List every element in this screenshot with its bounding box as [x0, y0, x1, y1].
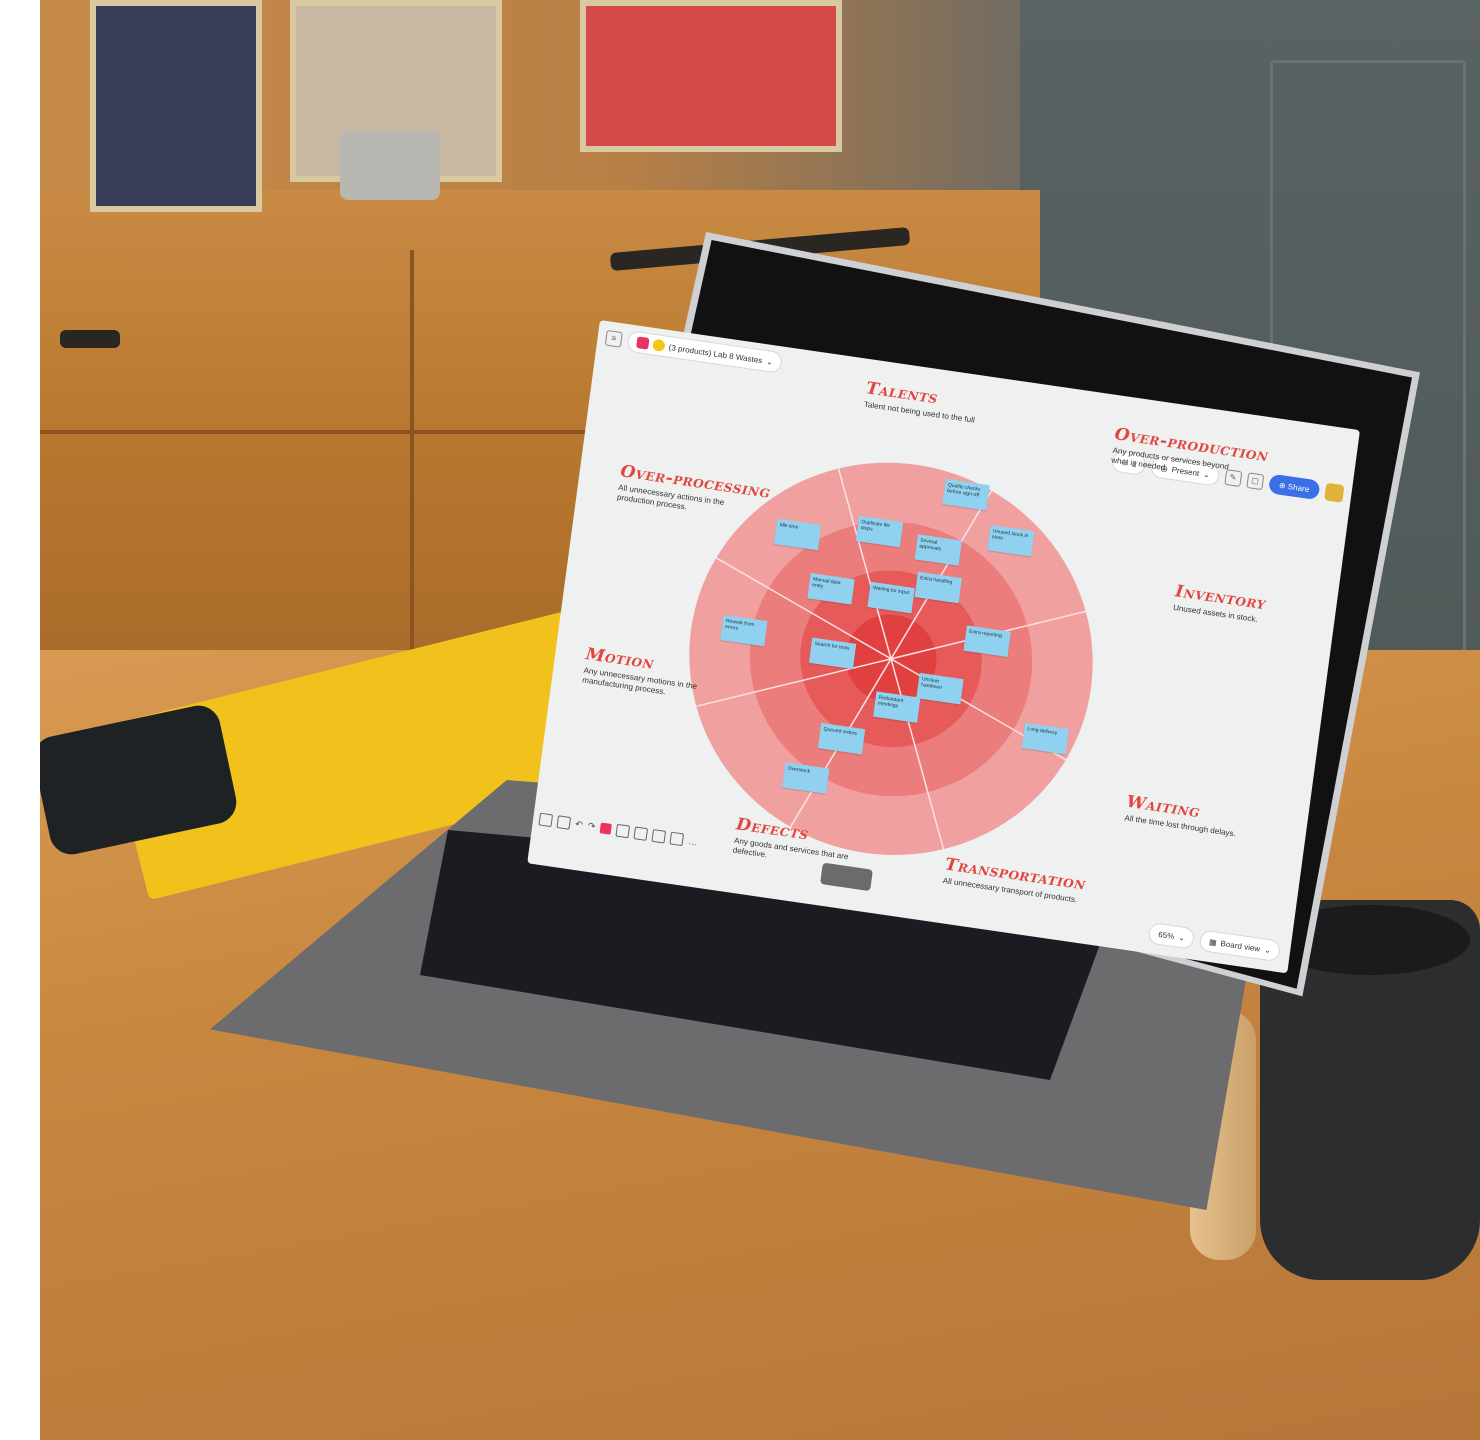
metal-tin [340, 130, 440, 200]
shape-tool-icon[interactable] [615, 823, 631, 839]
comment-tool-icon[interactable] [651, 829, 667, 844]
laptop-screen: ≡ (3 products) Lab 8 Wastes ⌄ ⚇ 2 ◎ Pres… [527, 320, 1360, 974]
more-icon[interactable]: … [688, 836, 698, 847]
drawer-line [410, 250, 414, 670]
drawer-handle [60, 330, 120, 348]
sticky-tool-icon[interactable] [599, 822, 613, 835]
board-view-label: Board view [1220, 938, 1261, 954]
chevron-down-icon: ⌄ [1177, 932, 1186, 943]
frame-tool-icon[interactable] [669, 831, 685, 847]
zoom-level: 65% [1157, 929, 1175, 941]
photo-frame [90, 0, 262, 212]
redo-icon[interactable]: ↷ [587, 821, 596, 833]
grid-icon: ▦ [1208, 936, 1218, 947]
chevron-down-icon: ⌄ [1263, 944, 1272, 955]
select-tool-icon[interactable] [538, 812, 554, 828]
undo-icon[interactable]: ↶ [575, 819, 584, 831]
hand-tool-icon[interactable] [556, 815, 572, 830]
photo-frame [580, 0, 842, 152]
pen-tool-icon[interactable] [633, 826, 649, 841]
